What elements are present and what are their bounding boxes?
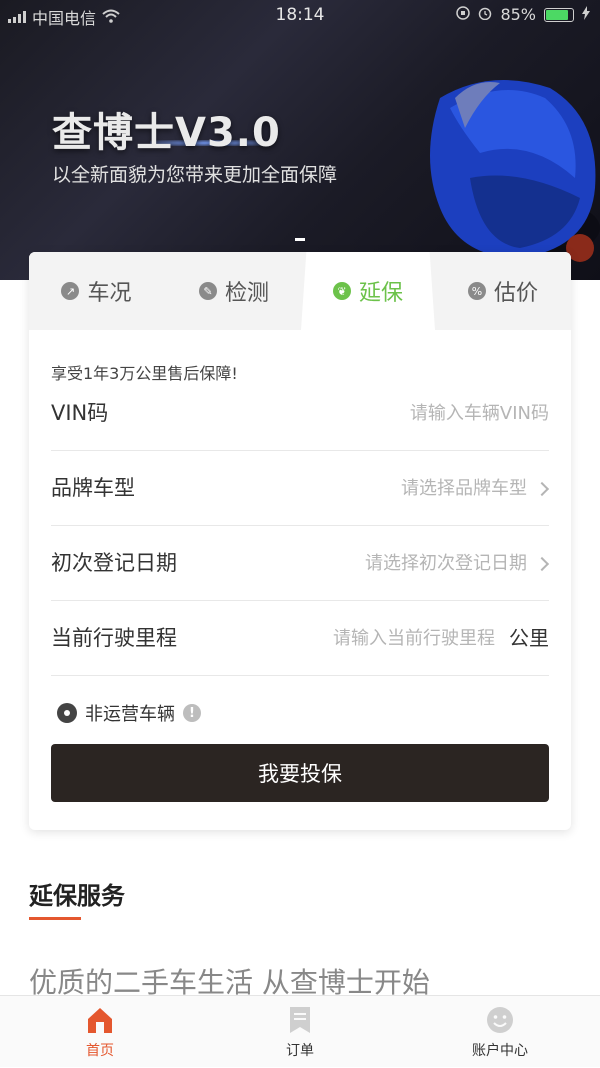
percent-icon: %	[467, 282, 486, 300]
brand-select[interactable]: 请选择品牌车型	[401, 451, 550, 526]
tabbar-orders-label: 订单	[286, 1042, 314, 1059]
info-icon[interactable]: !	[183, 704, 201, 722]
tab-extended-warranty[interactable]: ❦ 延保	[301, 252, 435, 330]
chart-icon: ↗	[61, 282, 80, 300]
reg-date-label: 初次登记日期	[51, 551, 177, 575]
non-operating-label: 非运营车辆	[85, 704, 175, 725]
tabbar-account[interactable]: 账户中心	[400, 996, 600, 1068]
chevron-right-icon	[534, 556, 550, 571]
battery-percent: 85%	[500, 5, 536, 24]
tab-label: 延保	[358, 281, 403, 306]
bottom-tab-bar: 首页 订单 账户中心	[0, 995, 600, 1067]
leaf-icon: ❦	[332, 282, 351, 300]
car-illustration	[430, 80, 600, 262]
alarm-icon	[478, 5, 492, 24]
banner-subtitle: 以全新面貌为您带来更加全面保障	[52, 164, 338, 186]
rotation-lock-icon	[456, 5, 471, 24]
tabbar-account-label: 账户中心	[472, 1042, 528, 1059]
radio-checked-icon[interactable]	[57, 703, 77, 723]
mileage-unit: 公里	[509, 626, 549, 650]
mileage-placeholder: 请输入当前行驶里程	[333, 628, 495, 649]
order-icon	[290, 1006, 310, 1033]
tab-label: 车况	[87, 281, 132, 306]
tabbar-home[interactable]: 首页	[0, 996, 200, 1068]
battery-icon	[544, 7, 574, 22]
status-bar: 中国电信 18:14 85%	[0, 0, 600, 30]
mileage-row[interactable]: 当前行驶里程 请输入当前行驶里程 公里	[51, 601, 549, 676]
brand-label: 品牌车型	[51, 476, 135, 500]
home-icon	[88, 1007, 112, 1033]
tabbar-home-label: 首页	[86, 1042, 114, 1059]
tab-inspection[interactable]: ✎ 检测	[164, 252, 304, 330]
tabbar-orders[interactable]: 订单	[200, 996, 400, 1068]
non-operating-option[interactable]: 非运营车辆 !	[57, 700, 201, 726]
vin-input[interactable]: 请输入车辆VIN码	[410, 376, 549, 451]
mileage-input[interactable]: 请输入当前行驶里程 公里	[333, 601, 549, 676]
vin-label: VIN码	[51, 401, 109, 425]
smile-icon	[487, 1006, 513, 1033]
service-card: ↗ 车况 ✎ 检测 ❦ 延保 % 估价 享受1年3万公里售后保障! VIN码 请…	[29, 252, 571, 830]
submit-insure-button[interactable]: 我要投保	[51, 744, 549, 802]
tab-valuation[interactable]: % 估价	[435, 252, 571, 330]
tab-car-condition[interactable]: ↗ 车况	[29, 252, 164, 330]
reg-date-select[interactable]: 请选择初次登记日期	[365, 526, 550, 601]
carousel-indicator	[295, 238, 305, 241]
chevron-right-icon	[534, 481, 550, 496]
banner-title: 查博士V3.0	[52, 110, 281, 156]
section-underline	[29, 917, 81, 920]
charging-icon	[582, 5, 590, 24]
wrench-icon: ✎	[198, 282, 217, 300]
tab-label: 估价	[493, 281, 538, 306]
brand-placeholder: 请选择品牌车型	[401, 478, 527, 499]
mileage-label: 当前行驶里程	[51, 626, 177, 650]
service-tabs: ↗ 车况 ✎ 检测 ❦ 延保 % 估价	[29, 252, 571, 330]
reg-date-placeholder: 请选择初次登记日期	[365, 553, 527, 574]
reg-date-row[interactable]: 初次登记日期 请选择初次登记日期	[51, 526, 550, 601]
tab-label: 检测	[224, 281, 269, 306]
brand-row[interactable]: 品牌车型 请选择品牌车型	[51, 451, 550, 526]
section-title: 延保服务	[29, 882, 125, 910]
hero-banner[interactable]: 中国电信 18:14 85% 查博士V3.0 以全新面貌为您带来更加全面保障	[0, 0, 600, 280]
vin-row[interactable]: VIN码 请输入车辆VIN码	[51, 376, 549, 451]
